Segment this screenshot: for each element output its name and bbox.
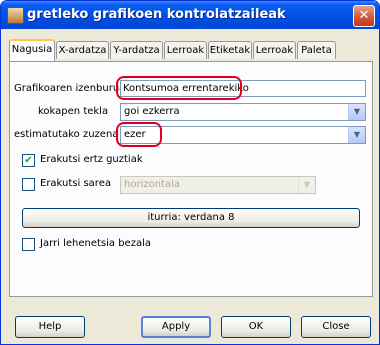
chevron-down-icon: ▼: [298, 177, 315, 193]
chevron-down-icon[interactable]: ▼: [348, 127, 365, 143]
graph-title-input[interactable]: Kontsumoa errentarekiko: [120, 80, 366, 97]
tab-lerroak-2[interactable]: Lerroak: [253, 41, 296, 59]
fitted-line-value: ezer: [124, 129, 146, 140]
fitted-line-label: estimatutako zuzena: [14, 129, 119, 140]
grid-orientation-value: horizontala: [124, 179, 181, 190]
help-button[interactable]: Help: [15, 316, 85, 338]
show-grid-label: Erakutsi sarea: [40, 178, 111, 189]
tab-lerroak[interactable]: Lerroak: [164, 41, 207, 59]
tab-paleta[interactable]: Paleta: [297, 41, 336, 59]
tab-etiketak[interactable]: Etiketak: [208, 41, 252, 59]
grid-orientation-select: horizontala ▼: [120, 176, 316, 194]
font-button[interactable]: iturria: verdana 8: [22, 208, 360, 228]
close-window-button[interactable]: ✕: [353, 5, 375, 27]
show-all-borders-checkbox[interactable]: ✔: [22, 154, 35, 167]
show-grid-checkbox[interactable]: [22, 178, 35, 191]
set-default-label: Jarri lehenetsia bezala: [40, 238, 151, 249]
title-bar[interactable]: gretleko grafikoen kontrolatzaileak ✕: [1, 1, 379, 29]
key-position-label: kokapen tekla: [38, 106, 109, 117]
ok-button[interactable]: OK: [221, 316, 291, 338]
key-position-select[interactable]: goi ezkerra ▼: [120, 103, 366, 121]
tab-y-ardatza[interactable]: Y-ardatza: [110, 41, 163, 59]
graph-title-label: Grafikoaren izenburua: [14, 83, 126, 94]
fitted-line-select[interactable]: ezer ▼: [120, 126, 366, 144]
set-default-checkbox[interactable]: [22, 238, 35, 251]
dialog-window: gretleko grafikoen kontrolatzaileak ✕ Na…: [0, 0, 380, 345]
show-all-borders-label: Erakutsi ertz guztiak: [40, 154, 143, 165]
tab-nagusia[interactable]: Nagusia: [9, 39, 55, 61]
tab-panel-nagusia: Grafikoaren izenburua Kontsumoa errentar…: [9, 61, 373, 297]
chevron-down-icon[interactable]: ▼: [348, 104, 365, 120]
tab-x-ardatza[interactable]: X-ardatza: [56, 41, 109, 59]
close-button[interactable]: Close: [301, 316, 371, 338]
window-title: gretleko grafikoen kontrolatzaileak: [27, 7, 286, 22]
gretl-app-icon: [7, 7, 24, 24]
apply-button[interactable]: Apply: [141, 316, 211, 338]
key-position-value: goi ezkerra: [124, 106, 180, 117]
